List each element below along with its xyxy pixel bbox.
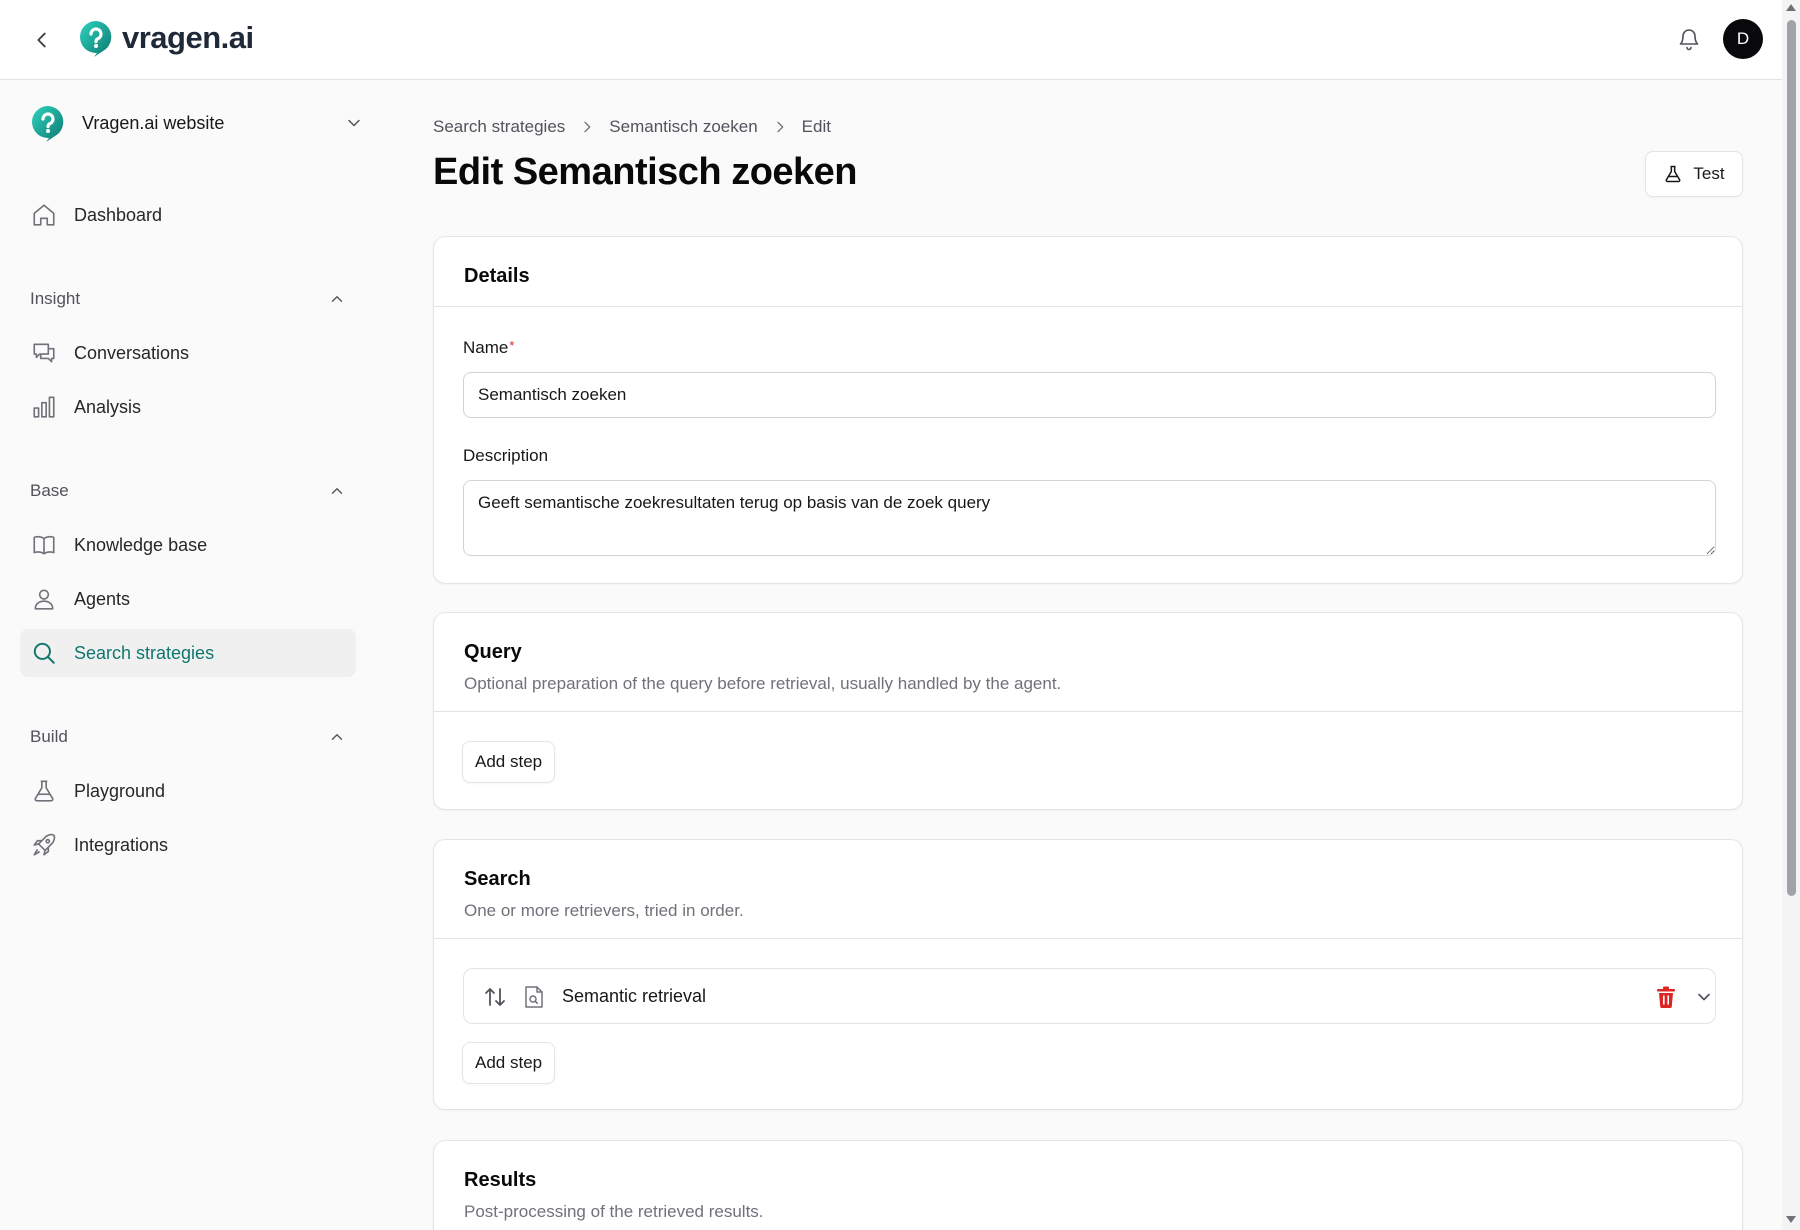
search-icon xyxy=(30,639,58,667)
card-title: Search xyxy=(464,868,531,890)
chevron-up-icon xyxy=(331,488,343,494)
query-card: Query Optional preparation of the query … xyxy=(433,612,1743,810)
sidebar-item-integrations[interactable]: Integrations xyxy=(20,821,356,869)
back-button[interactable] xyxy=(26,24,58,56)
brand-name: vragen.ai xyxy=(122,20,254,55)
chevron-right-icon xyxy=(579,119,595,135)
section-build-toggle[interactable]: Build xyxy=(30,722,346,752)
vragen-logo-icon xyxy=(80,21,112,57)
sidebar-item-label: Integrations xyxy=(74,834,169,855)
name-input[interactable] xyxy=(463,372,1716,418)
sidebar-item-label: Dashboard xyxy=(74,204,163,225)
divider xyxy=(434,306,1742,307)
document-search-icon xyxy=(522,984,546,1010)
sidebar-item-label: Conversations xyxy=(74,342,190,363)
user-avatar[interactable]: D xyxy=(1723,19,1763,59)
card-subtitle: One or more retrievers, tried in order. xyxy=(464,901,744,920)
card-subtitle: Optional preparation of the query before… xyxy=(464,674,1062,693)
top-bar: vragen.ai D xyxy=(0,0,1782,80)
chevron-down-icon xyxy=(348,119,360,127)
chat-icon xyxy=(30,339,58,367)
sidebar-item-search-strategies[interactable]: Search strategies xyxy=(20,629,356,677)
sidebar-item-label: Agents xyxy=(74,588,131,609)
book-icon xyxy=(30,531,58,559)
test-button-label: Test xyxy=(1693,164,1725,183)
sidebar-item-label: Playground xyxy=(74,780,166,801)
sidebar-item-label: Knowledge base xyxy=(74,534,208,555)
page-scrollbar[interactable] xyxy=(1782,0,1800,1230)
required-mark: * xyxy=(509,338,515,353)
section-title: Build xyxy=(30,727,68,746)
sidebar-item-dashboard[interactable]: Dashboard xyxy=(20,191,356,239)
sidebar-item-playground[interactable]: Playground xyxy=(20,767,356,815)
sort-arrows-icon[interactable] xyxy=(482,984,508,1010)
section-title: Insight xyxy=(30,289,81,308)
card-title: Results xyxy=(464,1169,537,1191)
results-card: Results Post-processing of the retrieved… xyxy=(433,1140,1743,1230)
chevron-left-icon xyxy=(37,32,46,48)
scroll-thumb[interactable] xyxy=(1787,20,1796,896)
scroll-down-icon[interactable] xyxy=(1786,1216,1796,1223)
query-add-step-button[interactable]: Add step xyxy=(462,741,556,783)
details-card: Details Name* Description Geeft semantis… xyxy=(433,236,1743,584)
description-textarea[interactable]: Geeft semantische zoekresultaten terug o… xyxy=(463,480,1716,556)
flask-icon xyxy=(30,777,58,805)
sidebar-item-label: Analysis xyxy=(74,396,142,417)
card-title: Query xyxy=(464,641,522,663)
breadcrumb-semantisch-zoeken[interactable]: Semantisch zoeken xyxy=(609,117,757,137)
test-button[interactable]: Test xyxy=(1645,151,1743,197)
bell-icon xyxy=(1679,29,1699,51)
description-label: Description xyxy=(463,446,549,465)
sidebar: Vragen.ai website Dashboard Insight Conv… xyxy=(0,81,372,1230)
search-card: Search One or more retrievers, tried in … xyxy=(433,839,1743,1110)
breadcrumb: Search strategies Semantisch zoeken Edit xyxy=(433,117,831,137)
name-label-text: Name xyxy=(463,338,509,357)
search-step-row[interactable]: Semantic retrieval xyxy=(463,968,1716,1024)
chevron-up-icon xyxy=(331,734,343,740)
trash-icon[interactable] xyxy=(1654,984,1678,1010)
page-title: Edit Semantisch zoeken xyxy=(433,151,858,193)
section-base-toggle[interactable]: Base xyxy=(30,476,346,506)
rocket-icon xyxy=(30,831,58,859)
sidebar-item-analysis[interactable]: Analysis xyxy=(20,383,356,431)
user-icon xyxy=(30,585,58,613)
workspace-name: Vragen.ai website xyxy=(82,112,225,133)
search-add-step-button[interactable]: Add step xyxy=(462,1042,556,1084)
bar-chart-icon xyxy=(30,393,58,421)
flask-icon xyxy=(1665,165,1681,183)
chevron-up-icon xyxy=(331,296,343,302)
notifications-button[interactable] xyxy=(1672,22,1706,56)
step-name: Semantic retrieval xyxy=(562,986,707,1006)
divider xyxy=(434,711,1742,712)
scroll-up-icon[interactable] xyxy=(1786,4,1796,11)
sidebar-item-knowledge-base[interactable]: Knowledge base xyxy=(20,521,356,569)
workspace-logo-icon xyxy=(32,106,64,142)
section-title: Base xyxy=(30,481,69,500)
sidebar-item-label: Search strategies xyxy=(74,642,215,663)
card-title: Details xyxy=(464,265,530,287)
brand-logo[interactable]: vragen.ai xyxy=(76,18,254,58)
sidebar-item-conversations[interactable]: Conversations xyxy=(20,329,356,377)
sidebar-item-agents[interactable]: Agents xyxy=(20,575,356,623)
divider xyxy=(434,938,1742,939)
section-insight-toggle[interactable]: Insight xyxy=(30,284,346,314)
card-subtitle: Post-processing of the retrieved results… xyxy=(464,1202,764,1221)
home-icon xyxy=(30,201,58,229)
chevron-down-icon[interactable] xyxy=(1692,985,1716,1009)
workspace-switcher[interactable]: Vragen.ai website xyxy=(28,101,364,145)
name-label: Name* xyxy=(463,338,514,358)
chevron-right-icon xyxy=(772,119,788,135)
breadcrumb-search-strategies[interactable]: Search strategies xyxy=(433,117,565,137)
breadcrumb-edit: Edit xyxy=(801,117,831,136)
